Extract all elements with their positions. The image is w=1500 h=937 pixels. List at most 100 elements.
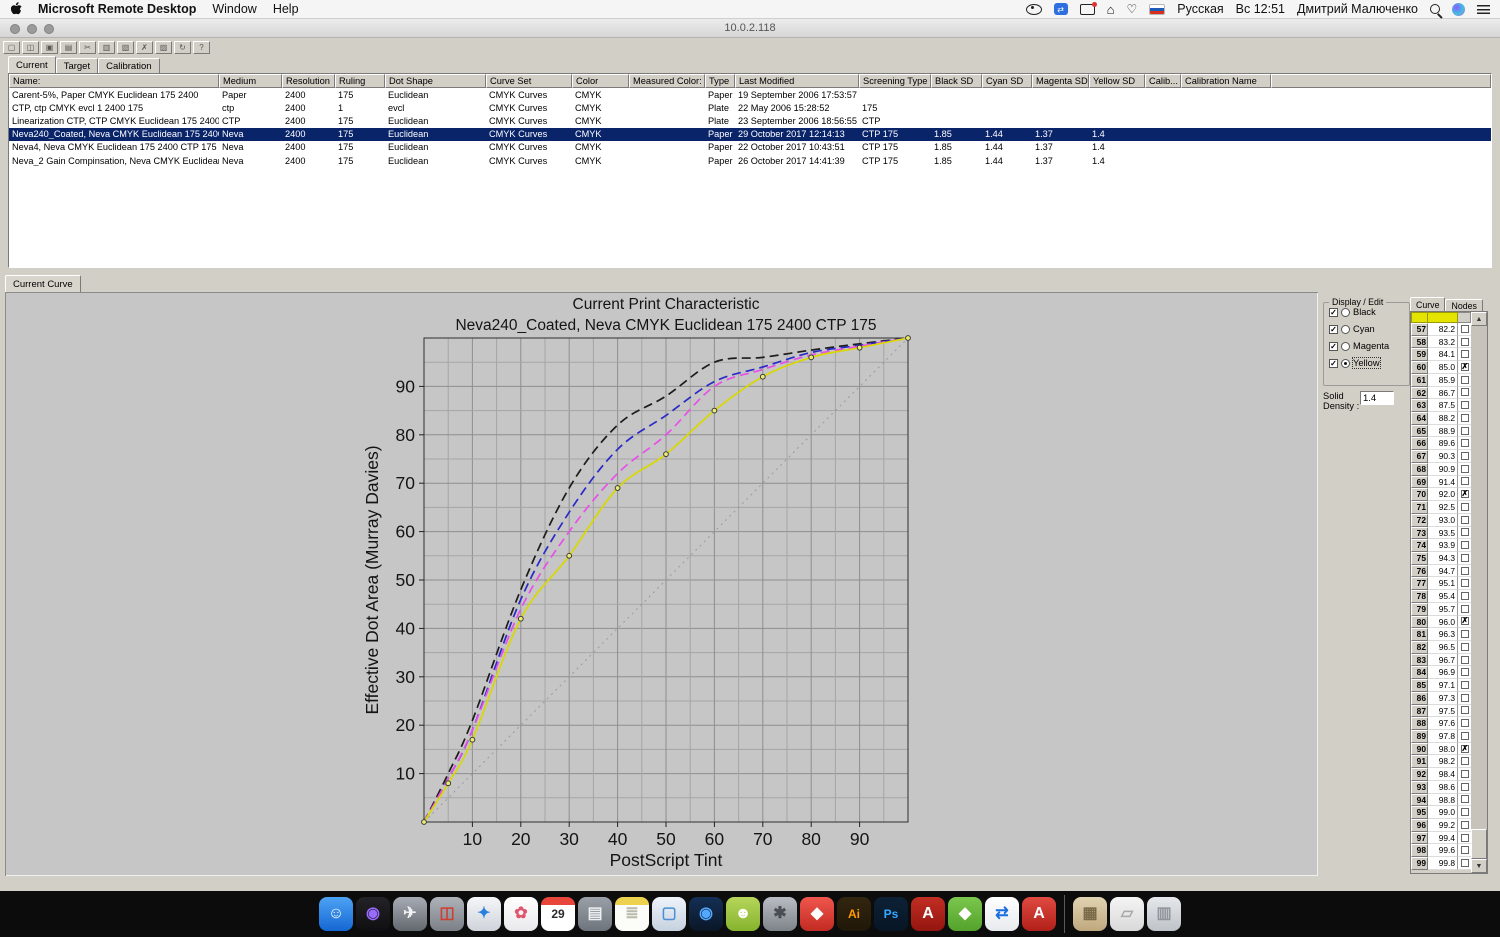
heart-status-icon[interactable]: ♡ — [1126, 2, 1137, 16]
column-header-12[interactable]: Cyan SD — [982, 74, 1032, 88]
node-value[interactable]: 97.1 — [1428, 679, 1458, 692]
spotlight-search-icon[interactable] — [1430, 4, 1440, 14]
node-value[interactable]: 90.9 — [1428, 463, 1458, 476]
dock-icon-siri[interactable]: ◉ — [356, 897, 390, 931]
node-row[interactable]: 7293.0 — [1411, 514, 1471, 527]
scrollbar-track[interactable] — [1471, 326, 1487, 859]
node-value[interactable]: 96.0 — [1428, 616, 1458, 629]
tab-target[interactable]: Target — [56, 58, 98, 73]
node-checkbox[interactable] — [1461, 541, 1469, 549]
column-header-11[interactable]: Black SD — [931, 74, 982, 88]
node-row[interactable]: 9899.6 — [1411, 844, 1471, 857]
node-checkbox[interactable] — [1461, 668, 1469, 676]
toolbar-button-open[interactable]: ◫ — [22, 41, 39, 54]
dock-icon-teamviewer[interactable]: ⇄ — [985, 897, 1019, 931]
menu-app-name[interactable]: Microsoft Remote Desktop — [38, 2, 196, 16]
node-checkbox[interactable] — [1461, 681, 1469, 689]
node-value[interactable]: 91.4 — [1428, 476, 1458, 489]
node-value[interactable]: 94.3 — [1428, 552, 1458, 565]
channel-visible-checkbox[interactable]: ✓ — [1329, 359, 1338, 368]
curve-node-handle[interactable] — [470, 737, 475, 742]
node-value[interactable]: 98.0 — [1428, 743, 1458, 756]
node-row[interactable]: 7393.5 — [1411, 527, 1471, 540]
node-row[interactable]: 8096.0✗ — [1411, 616, 1471, 629]
minimize-window-button[interactable] — [27, 24, 37, 34]
node-value[interactable]: 98.6 — [1428, 781, 1458, 794]
channel-edit-radio[interactable] — [1341, 325, 1350, 334]
curve-node-handle[interactable] — [446, 781, 451, 786]
node-value[interactable]: 84.1 — [1428, 348, 1458, 361]
node-value[interactable]: 97.8 — [1428, 730, 1458, 743]
dock-icon-photos[interactable]: ✿ — [504, 897, 538, 931]
node-checkbox[interactable] — [1461, 465, 1469, 473]
column-header-5[interactable]: Curve Set — [486, 74, 572, 88]
node-checkbox[interactable] — [1461, 503, 1469, 511]
toolbar-button-paste[interactable]: ▧ — [117, 41, 134, 54]
node-value[interactable]: 92.0 — [1428, 488, 1458, 501]
node-value[interactable]: 99.2 — [1428, 819, 1458, 832]
dock-icon-trash[interactable]: ▥ — [1147, 897, 1181, 931]
dock-icon-calendar[interactable]: 29 — [541, 897, 575, 931]
node-checkbox[interactable] — [1461, 554, 1469, 562]
curve-node-handle[interactable] — [422, 820, 427, 825]
node-checkbox[interactable] — [1461, 350, 1469, 358]
solid-density-input[interactable] — [1360, 391, 1394, 405]
channel-edit-radio[interactable] — [1341, 359, 1350, 368]
node-checkbox[interactable] — [1461, 808, 1469, 816]
node-checkbox[interactable] — [1461, 605, 1469, 613]
node-value[interactable]: 96.7 — [1428, 654, 1458, 667]
node-value[interactable]: 93.0 — [1428, 514, 1458, 527]
column-header-2[interactable]: Resolution — [282, 74, 335, 88]
node-checkbox[interactable] — [1461, 630, 1469, 638]
node-checkbox[interactable] — [1461, 795, 1469, 803]
node-value[interactable]: 99.4 — [1428, 832, 1458, 845]
node-checkbox[interactable] — [1461, 401, 1469, 409]
dock-icon-illustrator[interactable]: Ai — [837, 897, 871, 931]
node-value[interactable]: 99.6 — [1428, 844, 1458, 857]
node-value[interactable]: 95.7 — [1428, 603, 1458, 616]
channel-visible-checkbox[interactable]: ✓ — [1329, 325, 1338, 334]
dock-icon-papers[interactable]: ▱ — [1110, 897, 1144, 931]
node-value[interactable]: 88.2 — [1428, 412, 1458, 425]
tab-current-curve[interactable]: Current Curve — [5, 275, 81, 292]
node-value[interactable]: 93.5 — [1428, 527, 1458, 540]
node-row[interactable]: 8697.3 — [1411, 692, 1471, 705]
toolbar-button-refresh[interactable]: ↻ — [174, 41, 191, 54]
node-row[interactable]: 9699.2 — [1411, 819, 1471, 832]
node-checkbox[interactable] — [1461, 643, 1469, 651]
toolbar-button-print[interactable]: ▤ — [60, 41, 77, 54]
column-header-0[interactable]: Name: — [9, 74, 219, 88]
node-checkbox[interactable] — [1461, 579, 1469, 587]
table-row[interactable]: CTP, ctp CMYK evcl 1 2400 175ctp24001evc… — [9, 101, 1491, 114]
column-header-8[interactable]: Type — [705, 74, 735, 88]
column-header-9[interactable]: Last Modified — [735, 74, 859, 88]
channel-visible-checkbox[interactable]: ✓ — [1329, 342, 1338, 351]
column-header-1[interactable]: Medium — [219, 74, 282, 88]
node-row[interactable]: 9098.0✗ — [1411, 743, 1471, 756]
column-header-6[interactable]: Color — [572, 74, 629, 88]
zoom-window-button[interactable] — [44, 24, 54, 34]
node-checkbox[interactable] — [1461, 834, 1469, 842]
node-row[interactable]: 6689.6 — [1411, 437, 1471, 450]
node-value[interactable]: 98.4 — [1428, 768, 1458, 781]
column-header-15[interactable]: Calib... — [1145, 74, 1181, 88]
node-value[interactable]: 83.2 — [1428, 336, 1458, 349]
node-checkbox[interactable] — [1461, 325, 1469, 333]
scrollbar-thumb[interactable] — [1471, 829, 1487, 859]
dock-icon-box-3d[interactable]: ◆ — [948, 897, 982, 931]
node-value[interactable]: 96.3 — [1428, 628, 1458, 641]
input-language-flag-icon[interactable] — [1149, 4, 1165, 15]
node-checkbox[interactable] — [1461, 706, 1469, 714]
node-value[interactable]: 93.9 — [1428, 539, 1458, 552]
node-value[interactable]: 90.3 — [1428, 450, 1458, 463]
node-row[interactable]: 9398.6 — [1411, 781, 1471, 794]
curve-node-handle[interactable] — [615, 486, 620, 491]
table-row[interactable]: Carent-5%, Paper CMYK Euclidean 175 2400… — [9, 88, 1491, 101]
node-row[interactable]: 7895.4 — [1411, 590, 1471, 603]
tab-nodes[interactable]: Nodes — [1445, 299, 1482, 311]
tab-curve[interactable]: Curve — [1410, 297, 1445, 311]
channel-edit-radio[interactable] — [1341, 308, 1350, 317]
home-status-icon[interactable]: ⌂ — [1107, 3, 1115, 16]
table-row[interactable]: Neva240_Coated, Neva CMYK Euclidean 175 … — [9, 128, 1491, 141]
rdp-titlebar[interactable]: 10.0.2.118 — [0, 19, 1500, 38]
